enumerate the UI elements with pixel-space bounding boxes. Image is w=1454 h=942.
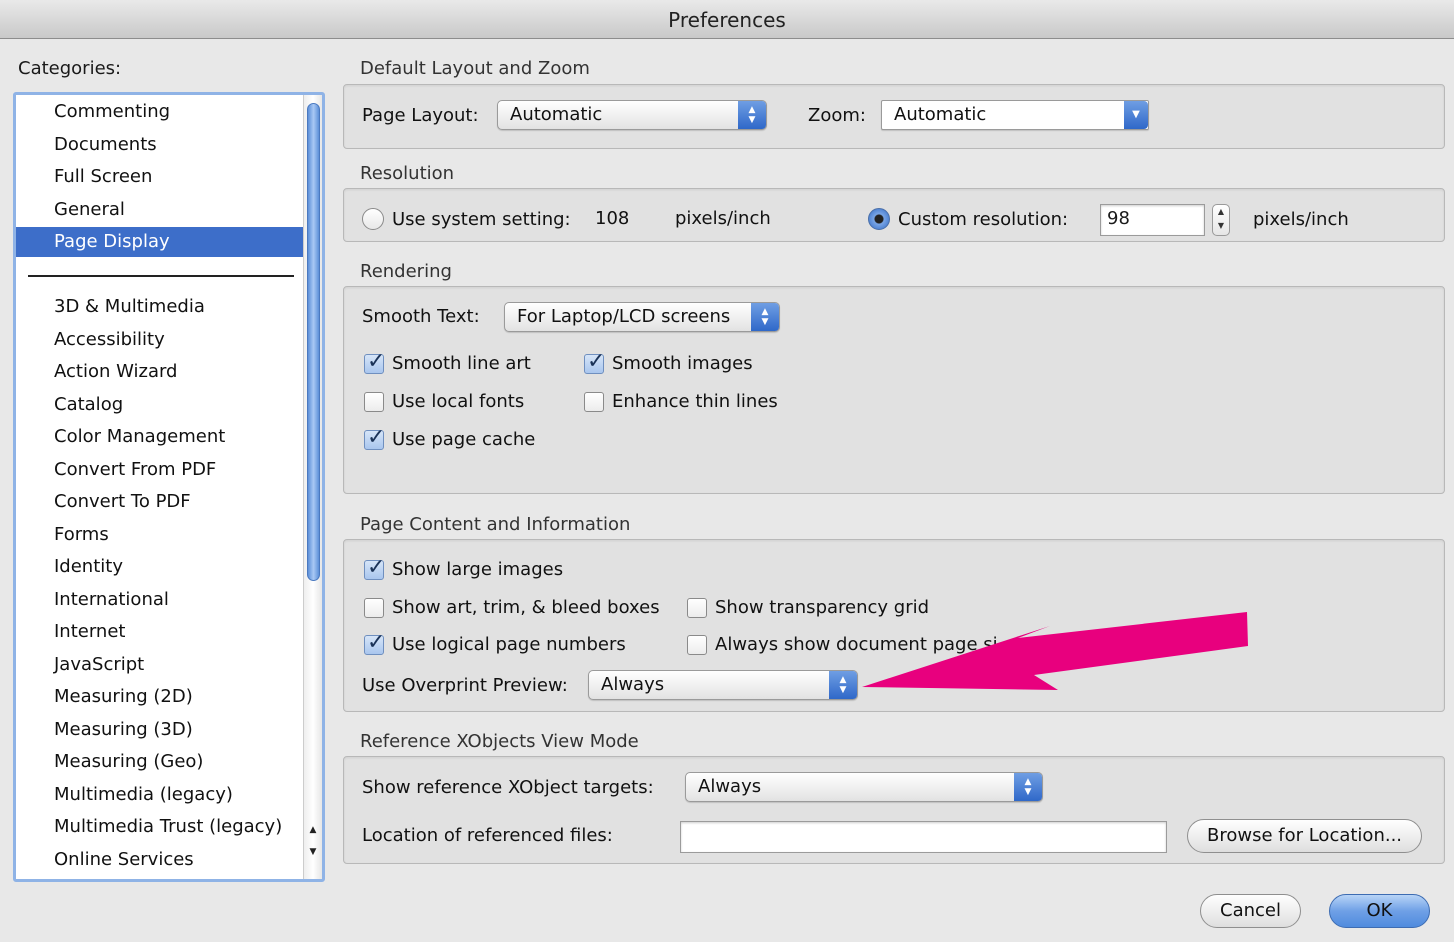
scroll-down-arrow-icon[interactable]: ▼ [307,845,319,859]
smooth-text-label: Smooth Text: [362,306,480,327]
system-setting-radio[interactable] [362,208,384,230]
show-large-images-checkbox[interactable]: ✓ [364,555,385,580]
cancel-button[interactable]: Cancel [1200,894,1301,928]
popup-arrows-icon: ▲ ▼ [738,101,766,129]
category-divider [28,275,294,277]
zoom-combo[interactable]: Automatic ▼ [881,100,1149,130]
category-multimedia-trust-legacy[interactable]: Multimedia Trust (legacy) [16,812,304,842]
checkmark-icon: ✓ [367,555,386,580]
ok-button[interactable]: OK [1329,894,1430,928]
custom-resolution-unit: pixels/inch [1253,209,1349,230]
show-large-images-label: Show large images [392,559,564,580]
smooth-text-value: For Laptop/LCD screens [517,306,731,327]
checkmark-icon: ✓ [367,349,386,374]
popup-arrows-icon: ▲ ▼ [751,303,779,331]
xobject-targets-popup[interactable]: Always ▲ ▼ [685,772,1043,802]
category-convert-to-pdf[interactable]: Convert To PDF [16,487,304,517]
category-accessibility[interactable]: Accessibility [16,325,304,355]
zoom-label: Zoom: [808,105,866,126]
enhance-thin-lines-checkbox[interactable] [584,392,604,412]
resolution-title: Resolution [360,163,455,184]
checkmark-icon: ✓ [367,425,386,450]
always-show-page-size-checkbox[interactable] [687,635,707,655]
window-title-bar: Preferences [0,0,1454,39]
resolution-stepper[interactable]: ▲ ▼ [1212,204,1230,236]
use-local-fonts-checkbox[interactable] [364,392,384,412]
checkmark-icon: ✓ [367,630,386,655]
category-javascript[interactable]: JavaScript [16,650,304,680]
xobject-targets-label: Show reference XObject targets: [362,777,654,798]
page-layout-value: Automatic [510,104,603,125]
category-documents[interactable]: Documents [16,130,304,160]
xobjects-title: Reference XObjects View Mode [360,731,639,752]
smooth-text-popup[interactable]: For Laptop/LCD screens ▲ ▼ [504,302,780,332]
category-online-services[interactable]: Online Services [16,845,304,875]
category-general[interactable]: General [16,195,304,225]
xobject-targets-value: Always [698,776,762,797]
rendering-title: Rendering [360,261,452,282]
popup-arrows-icon: ▲ ▼ [1014,773,1042,801]
checkmark-icon: ✓ [587,349,606,374]
smooth-line-art-label: Smooth line art [392,353,531,374]
system-resolution-value: 108 [595,208,630,229]
chevron-down-icon[interactable]: ▼ [1124,101,1148,129]
custom-resolution-label: Custom resolution: [898,209,1069,230]
zoom-value: Automatic [894,104,987,125]
system-setting-label: Use system setting: [392,209,571,230]
overprint-preview-label: Use Overprint Preview: [362,675,568,696]
use-logical-page-numbers-label: Use logical page numbers [392,634,626,655]
page-layout-popup[interactable]: Automatic ▲ ▼ [497,100,767,130]
category-3d-multimedia[interactable]: 3D & Multimedia [16,292,304,322]
category-measuring-2d[interactable]: Measuring (2D) [16,682,304,712]
categories-label: Categories: [18,58,122,79]
category-page-display[interactable]: Page Display [16,227,304,257]
custom-resolution-radio[interactable] [868,208,890,230]
show-transparency-grid-checkbox[interactable] [687,598,707,618]
use-page-cache-label: Use page cache [392,429,536,450]
enhance-thin-lines-label: Enhance thin lines [612,391,778,412]
smooth-images-checkbox[interactable]: ✓ [584,349,605,374]
category-color-management[interactable]: Color Management [16,422,304,452]
scrollbar-thumb[interactable] [307,103,320,581]
category-internet[interactable]: Internet [16,617,304,647]
show-art-trim-bleed-label: Show art, trim, & bleed boxes [392,597,660,618]
referenced-files-label: Location of referenced files: [362,825,613,846]
smooth-images-label: Smooth images [612,353,753,374]
overprint-preview-popup[interactable]: Always ▲ ▼ [588,670,858,700]
use-logical-page-numbers-checkbox[interactable]: ✓ [364,630,385,655]
category-forms[interactable]: Forms [16,520,304,550]
category-convert-from-pdf[interactable]: Convert From PDF [16,455,304,485]
use-local-fonts-label: Use local fonts [392,391,525,412]
category-measuring-geo[interactable]: Measuring (Geo) [16,747,304,777]
layout-zoom-title: Default Layout and Zoom [360,58,590,79]
category-identity[interactable]: Identity [16,552,304,582]
category-full-screen[interactable]: Full Screen [16,162,304,192]
category-international[interactable]: International [16,585,304,615]
category-commenting[interactable]: Commenting [16,97,304,127]
annotation-arrow-icon [862,612,1248,690]
categories-scrollbar[interactable]: ▲ ▼ [303,95,322,879]
categories-list[interactable]: Commenting Documents Full Screen General… [13,92,325,882]
overprint-preview-value: Always [601,674,665,695]
use-page-cache-checkbox[interactable]: ✓ [364,425,385,450]
custom-resolution-field[interactable]: 98 [1100,204,1205,236]
page-content-title: Page Content and Information [360,514,631,535]
system-resolution-unit: pixels/inch [675,208,771,229]
category-catalog[interactable]: Catalog [16,390,304,420]
page-layout-label: Page Layout: [362,105,479,126]
smooth-line-art-checkbox[interactable]: ✓ [364,349,385,374]
browse-location-button[interactable]: Browse for Location... [1187,819,1422,853]
category-multimedia-legacy[interactable]: Multimedia (legacy) [16,780,304,810]
show-art-trim-bleed-checkbox[interactable] [364,598,384,618]
category-action-wizard[interactable]: Action Wizard [16,357,304,387]
scroll-up-arrow-icon[interactable]: ▲ [307,823,319,837]
category-measuring-3d[interactable]: Measuring (3D) [16,715,304,745]
window-title: Preferences [668,8,786,32]
referenced-files-field[interactable] [680,821,1167,853]
